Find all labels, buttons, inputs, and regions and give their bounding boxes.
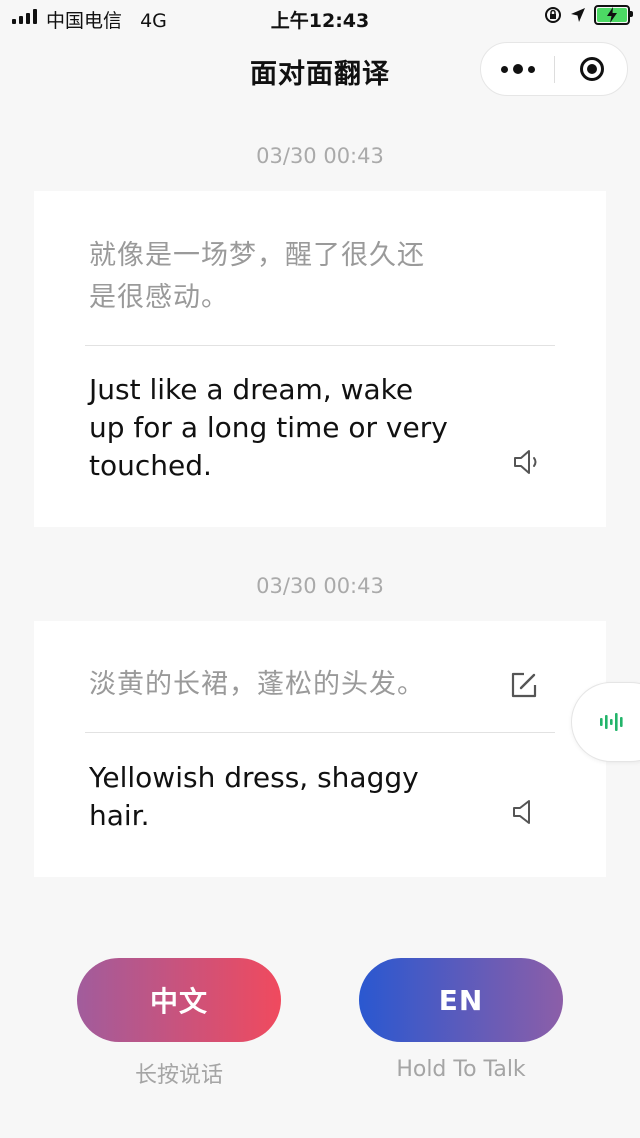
edit-icon[interactable] <box>510 671 538 699</box>
translated-text: Yellowish dress, shaggy hair. <box>89 759 419 835</box>
more-dot-icon <box>528 65 535 73</box>
location-icon <box>571 8 585 22</box>
translated-line: touched. <box>89 449 212 482</box>
nav-bar: 面对面翻译 <box>0 36 640 100</box>
translated-line: Just like a dream, wake <box>89 373 414 406</box>
chinese-hold-hint: 长按说话 <box>134 1063 223 1088</box>
translated-line: up for a long time or very <box>89 411 448 444</box>
more-dot-icon <box>513 64 523 74</box>
close-button[interactable] <box>555 43 629 95</box>
card-divider <box>85 732 555 733</box>
message-timestamp: 03/30 00:43 <box>256 144 384 168</box>
charging-bolt-icon <box>607 7 617 23</box>
more-dot-icon <box>501 65 508 73</box>
translated-line: Yellowish dress, shaggy <box>89 761 419 794</box>
message-timestamp: 03/30 00:43 <box>256 574 384 598</box>
translation-card: 淡黄的长裙，蓬松的头发。 Yellowish dress, shaggy hai… <box>34 621 606 877</box>
source-text[interactable]: 就像是一场梦，醒了很久还 是很感动。 <box>89 235 425 319</box>
speaker-playing-icon[interactable] <box>512 447 542 477</box>
mini-program-capsule <box>480 42 628 96</box>
source-line: 就像是一场梦，醒了很久还 <box>89 240 425 271</box>
status-icons <box>544 5 633 25</box>
translated-text: Just like a dream, wake up for a long ti… <box>89 371 448 485</box>
translated-line: hair. <box>89 799 150 832</box>
source-text[interactable]: 淡黄的长裙，蓬松的头发。 <box>89 664 425 706</box>
hold-to-talk-chinese-button[interactable]: 中文 <box>77 958 281 1042</box>
battery-icon <box>594 5 633 25</box>
english-button-label: EN <box>438 983 484 1017</box>
english-hold-hint: Hold To Talk <box>396 1057 526 1082</box>
more-button[interactable] <box>481 43 555 95</box>
orientation-lock-icon <box>545 7 561 23</box>
translation-card: 就像是一场梦，醒了很久还 是很感动。 Just like a dream, wa… <box>34 191 606 527</box>
status-bar: 中国电信 4G 上午12:43 <box>0 0 640 36</box>
source-line: 淡黄的长裙，蓬松的头发。 <box>89 669 425 700</box>
hold-to-talk-english-button[interactable]: EN <box>359 958 563 1042</box>
source-line: 是很感动。 <box>89 282 229 313</box>
voice-wave-icon <box>600 713 623 731</box>
card-divider <box>85 345 555 346</box>
close-ring-icon <box>580 57 604 81</box>
chinese-button-label: 中文 <box>149 985 208 1018</box>
speaker-icon[interactable] <box>510 797 540 827</box>
